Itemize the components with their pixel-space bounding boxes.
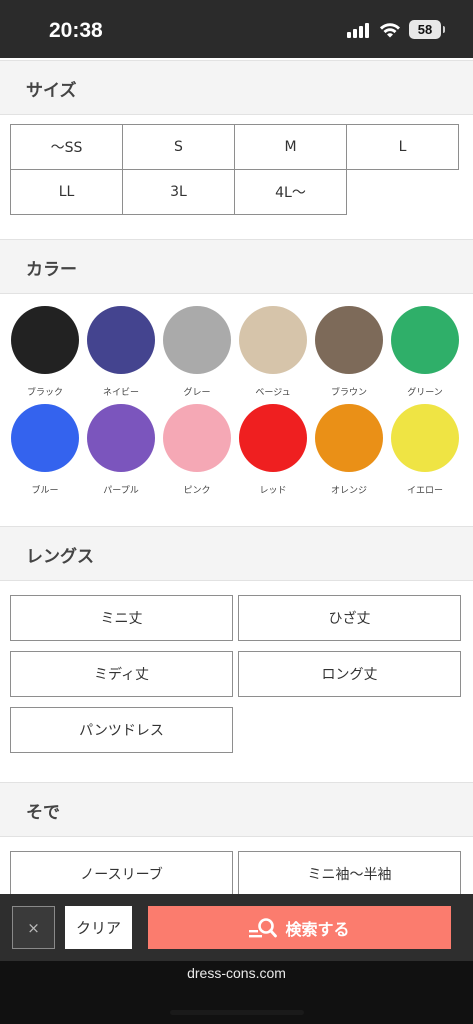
color-option-navy[interactable]: ネイビー (83, 306, 159, 398)
color-label: グレー (183, 388, 211, 398)
color-option-brown[interactable]: ブラウン (311, 306, 387, 398)
section-title-color: カラー (26, 260, 77, 280)
color-label: オレンジ (330, 486, 367, 496)
color-swatch (163, 404, 231, 472)
color-option-black[interactable]: ブラック (7, 306, 83, 398)
close-button[interactable]: × (12, 906, 55, 949)
status-icons: 58 (347, 20, 445, 39)
battery-indicator: 58 (409, 20, 445, 39)
size-option-3l[interactable]: 3L (122, 169, 235, 215)
color-label: ベージュ (255, 388, 291, 398)
wifi-icon (380, 22, 400, 37)
color-swatch (87, 306, 155, 374)
status-time: 20:38 (49, 19, 103, 42)
size-option-s[interactable]: S (122, 124, 235, 170)
color-label: パープル (103, 486, 139, 496)
sleeve-option-sleeveless[interactable]: ノースリーブ (10, 851, 233, 897)
section-title-size: サイズ (26, 81, 77, 101)
color-option-purple[interactable]: パープル (83, 404, 159, 496)
length-option-mini[interactable]: ミニ丈 (10, 595, 233, 641)
search-list-icon (249, 917, 278, 937)
length-option-midi[interactable]: ミディ丈 (10, 651, 233, 697)
size-option-l[interactable]: L (346, 124, 459, 170)
size-option-ss[interactable]: 〜SS (10, 124, 123, 170)
length-option-knee[interactable]: ひざ丈 (238, 595, 461, 641)
sleeve-option-short[interactable]: ミニ袖〜半袖 (238, 851, 461, 897)
length-option-pants-dress[interactable]: パンツドレス (10, 707, 233, 753)
size-option-m[interactable]: M (234, 124, 347, 170)
size-option-ll[interactable]: LL (10, 169, 123, 215)
color-swatch (11, 404, 79, 472)
clear-button[interactable]: クリア (65, 906, 132, 949)
color-swatch (391, 404, 459, 472)
search-button[interactable]: 検索する (148, 906, 451, 949)
color-option-yellow[interactable]: イエロー (387, 404, 463, 496)
color-swatch (239, 404, 307, 472)
signal-icon (347, 22, 369, 38)
color-swatch (239, 306, 307, 374)
color-label: ブラウン (330, 388, 367, 398)
section-header-sleeve: そで (0, 782, 473, 837)
color-swatch (163, 306, 231, 374)
bottom-action-bar: × クリア 検索する (0, 894, 473, 961)
size-option-4l[interactable]: 4L〜 (234, 169, 347, 215)
color-option-pink[interactable]: ピンク (159, 404, 235, 496)
color-option-beige[interactable]: ベージュ (235, 306, 311, 398)
color-swatch (315, 306, 383, 374)
section-title-sleeve: そで (26, 803, 60, 823)
url-text[interactable]: dress-cons.com (0, 965, 473, 981)
section-header-color: カラー (0, 239, 473, 294)
color-label: イエロー (407, 486, 443, 496)
color-swatch (11, 306, 79, 374)
color-option-red[interactable]: レッド (235, 404, 311, 496)
length-option-long[interactable]: ロング丈 (238, 651, 461, 697)
color-label: ブルー (31, 486, 59, 496)
color-swatch (315, 404, 383, 472)
search-button-label: 検索する (285, 919, 350, 939)
color-label: ブラック (26, 388, 63, 398)
section-header-length: レングス (0, 526, 473, 581)
section-header-size: サイズ (0, 60, 473, 115)
color-label: グリーン (407, 388, 443, 398)
color-label: ネイビー (102, 388, 139, 398)
color-option-gray[interactable]: グレー (159, 306, 235, 398)
color-swatch (391, 306, 459, 374)
battery-level: 58 (417, 22, 433, 37)
section-title-length: レングス (26, 547, 94, 567)
color-option-green[interactable]: グリーン (387, 306, 463, 398)
status-bar: 20:38 58 (0, 0, 473, 58)
color-label: レッド (259, 486, 287, 496)
color-label: ピンク (183, 486, 211, 496)
color-option-blue[interactable]: ブルー (7, 404, 83, 496)
color-swatch (87, 404, 155, 472)
color-option-orange[interactable]: オレンジ (311, 404, 387, 496)
home-indicator (170, 1010, 304, 1015)
